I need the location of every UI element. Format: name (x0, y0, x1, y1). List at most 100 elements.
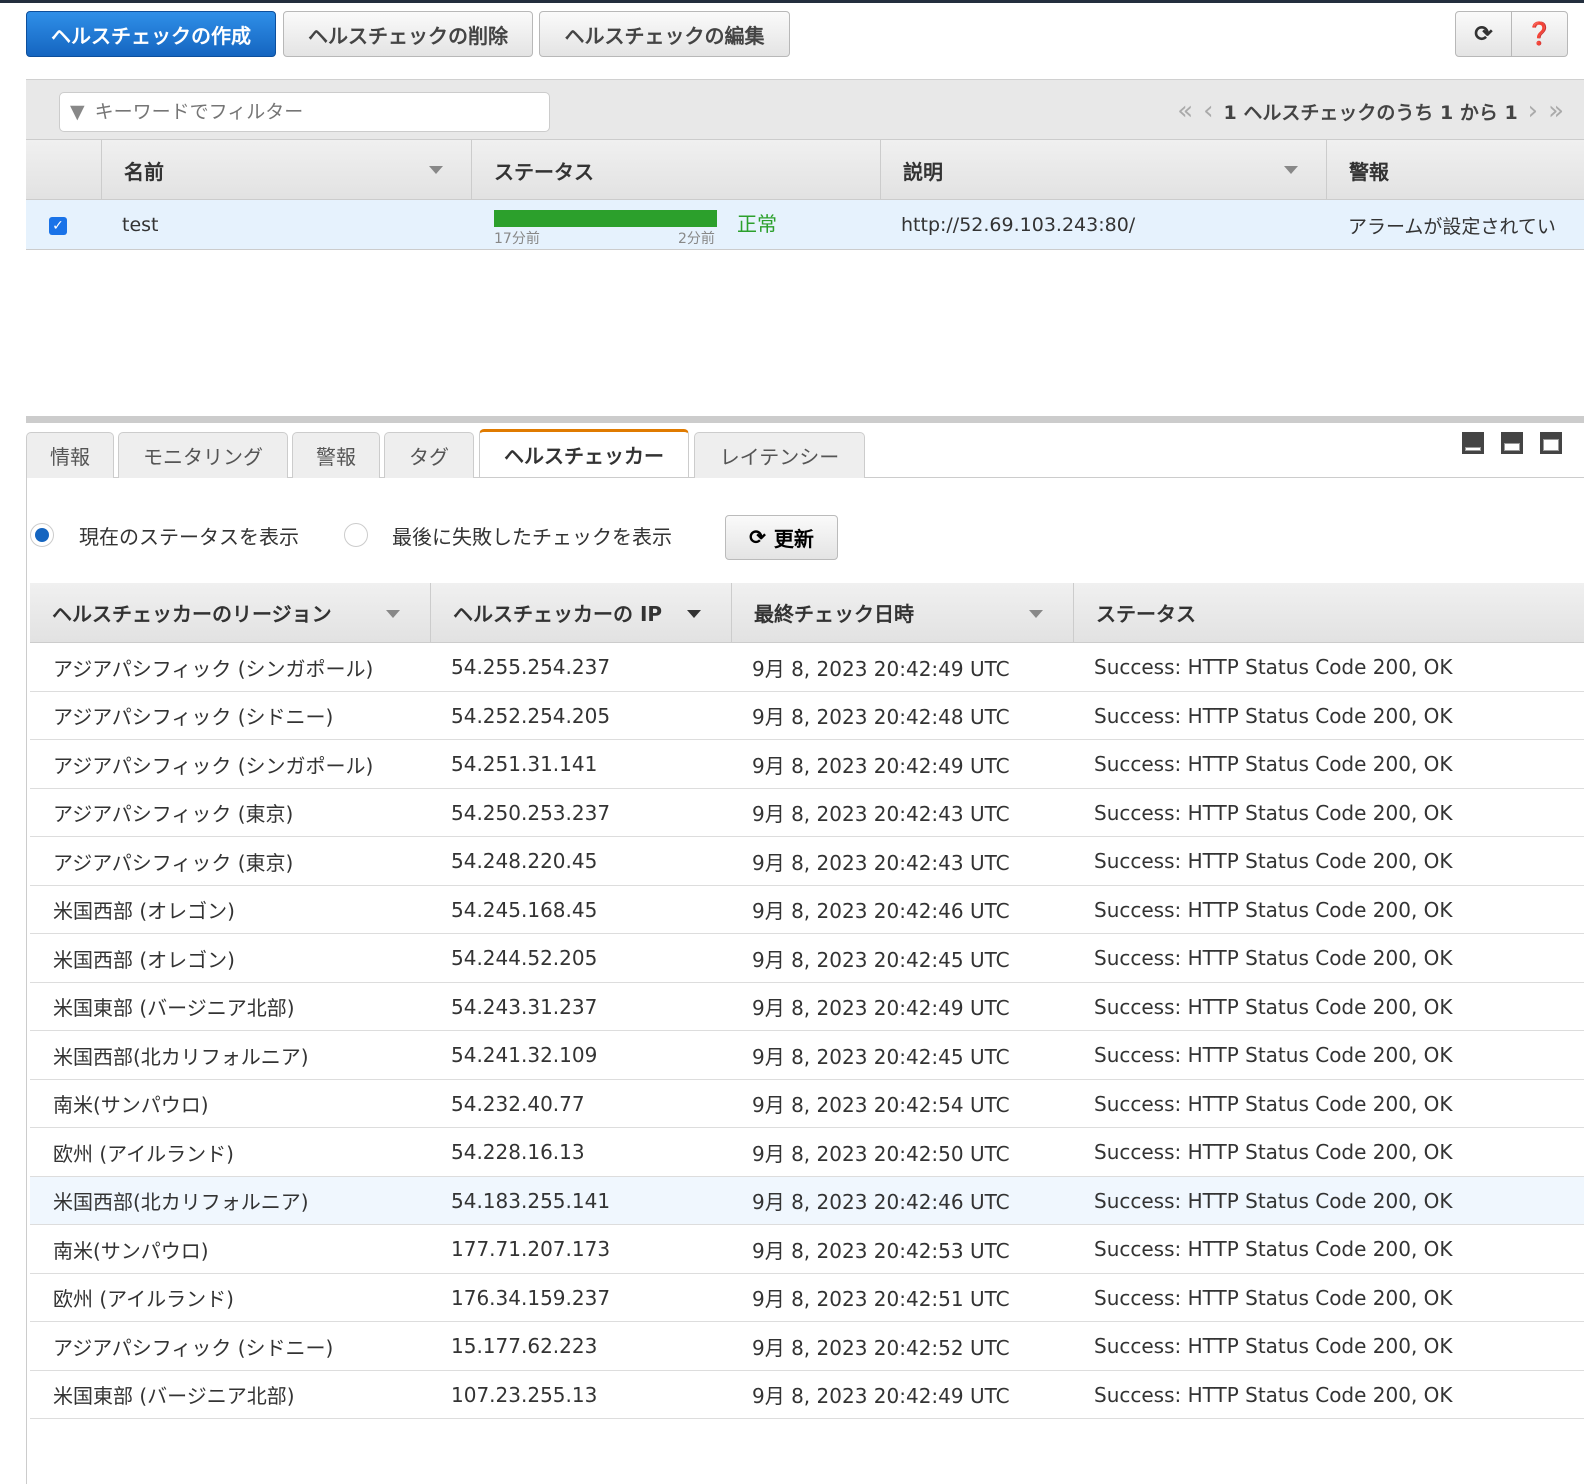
last-checked: 9月 8, 2023 20:42:52 UTC (752, 1335, 1010, 1360)
table-row[interactable]: 米国西部 (オレゴン) 54.244.52.205 9月 8, 2023 20:42… (30, 934, 1584, 983)
last-failed-radio[interactable] (344, 523, 368, 547)
table-row[interactable]: 南米(サンパウロ) 54.232.40.77 9月 8, 2023 20:42:54… (30, 1080, 1584, 1128)
next-page-icon[interactable]: › (1528, 96, 1538, 126)
checker-status: Success: HTTP Status Code 200, OK (1094, 994, 1453, 1019)
checker-region: アジアパシフィック (東京) (53, 802, 294, 826)
column-region[interactable]: ヘルスチェッカーのリージョン (30, 583, 430, 642)
checker-region: 米国西部 (オレゴン) (53, 899, 235, 923)
panel-half-icon[interactable] (1501, 432, 1523, 454)
checker-region: アジアパシフィック (シンガポール) (53, 753, 374, 778)
description: http://52.69.103.243:80/ (901, 214, 1136, 236)
table-row[interactable]: ✓ test 17分前 2分前 正常 http://52.69.103.243:… (26, 200, 1584, 250)
health-check-name: test (122, 214, 159, 236)
edit-health-check-button[interactable]: ヘルスチェックの編集 (539, 11, 790, 57)
table-row[interactable]: アジアパシフィック (シドニー) 15.177.62.223 9月 8, 2023 … (30, 1322, 1584, 1371)
filter-input[interactable] (94, 101, 535, 123)
checker-region: アジアパシフィック (シドニー) (53, 1335, 334, 1360)
checker-status: Success: HTTP Status Code 200, OK (1094, 1188, 1453, 1213)
table-row[interactable]: アジアパシフィック (シンガポール) 54.251.31.141 9月 8, 202… (30, 740, 1584, 789)
column-label: 警報 (1349, 159, 1389, 184)
checker-ip: 54.241.32.109 (451, 1043, 598, 1067)
last-checked: 9月 8, 2023 20:42:51 UTC (752, 1287, 1010, 1311)
tab-alarms[interactable]: 警報 (292, 432, 380, 478)
column-name[interactable]: 名前 (101, 140, 471, 200)
checker-ip: 54.183.255.141 (451, 1188, 611, 1213)
panel-maximize-icon[interactable] (1540, 432, 1562, 454)
checker-status: Success: HTTP Status Code 200, OK (1094, 752, 1453, 776)
last-checked: 9月 8, 2023 20:42:49 UTC (752, 996, 1010, 1020)
current-status-label: 現在のステータスを表示 (79, 525, 299, 549)
last-checked: 9月 8, 2023 20:42:50 UTC (752, 1141, 1010, 1166)
create-health-check-button[interactable]: ヘルスチェックの作成 (26, 11, 276, 57)
checker-status: Success: HTTP Status Code 200, OK (1094, 849, 1453, 873)
table-row[interactable]: アジアパシフィック (東京) 54.250.253.237 9月 8, 2023 2… (30, 789, 1584, 837)
last-checked: 9月 8, 2023 20:42:49 UTC (752, 656, 1010, 681)
refresh-icon: ⟳ (749, 527, 766, 549)
panel-border (26, 478, 27, 1484)
panel-splitter[interactable] (26, 416, 1584, 423)
checker-status: Success: HTTP Status Code 200, OK (1094, 1285, 1453, 1310)
table-row[interactable]: 米国西部(北カリフォルニア) 54.241.32.109 9月 8, 2023 20… (30, 1031, 1584, 1080)
checker-ip: 54.250.253.237 (451, 800, 611, 825)
column-status[interactable]: ステータス (471, 140, 880, 200)
help-button[interactable]: ❓ (1511, 11, 1568, 57)
table-row[interactable]: アジアパシフィック (シンガポール) 54.255.254.237 9月 8, 20… (30, 643, 1584, 692)
tab-health-checkers[interactable]: ヘルスチェッカー (479, 429, 689, 477)
row-checkbox[interactable]: ✓ (49, 217, 67, 235)
checker-status: Success: HTTP Status Code 200, OK (1094, 1043, 1453, 1067)
table-row[interactable]: 米国西部(北カリフォルニア) 54.183.255.141 9月 8, 2023 2… (30, 1176, 1584, 1225)
column-label: 最終チェック日時 (754, 602, 914, 626)
status-end-label: 2分前 (678, 231, 715, 247)
tab-monitoring[interactable]: モニタリング (118, 432, 288, 478)
column-label: 説明 (903, 159, 943, 184)
last-checked: 9月 8, 2023 20:42:43 UTC (752, 850, 1010, 875)
checker-ip: 54.245.168.45 (451, 897, 598, 922)
checker-status: Success: HTTP Status Code 200, OK (1094, 946, 1453, 970)
delete-health-check-button[interactable]: ヘルスチェックの削除 (283, 11, 533, 57)
column-label: ヘルスチェッカーのリージョン (52, 602, 332, 626)
checker-status: Success: HTTP Status Code 200, OK (1094, 1382, 1453, 1407)
column-alarm[interactable]: 警報 (1326, 140, 1584, 200)
checker-ip: 107.23.255.13 (451, 1382, 598, 1407)
checker-region: 南米(サンパウロ) (53, 1093, 209, 1117)
column-description[interactable]: 説明 (880, 140, 1326, 200)
checker-ip: 54.252.254.205 (451, 703, 611, 728)
checker-region: アジアパシフィック (シンガポール) (53, 656, 374, 681)
last-page-icon[interactable]: » (1548, 96, 1564, 126)
table-row[interactable]: 米国東部 (バージニア北部) 107.23.255.13 9月 8, 2023 20… (30, 1371, 1584, 1419)
last-checked: 9月 8, 2023 20:42:46 UTC (752, 899, 1010, 923)
checker-region: 米国西部(北カリフォルニア) (53, 1190, 309, 1214)
first-page-icon[interactable]: « (1177, 96, 1193, 126)
checker-ip: 54.228.16.13 (451, 1140, 585, 1164)
table-row[interactable]: 米国西部 (オレゴン) 54.245.168.45 9月 8, 2023 20:42… (30, 886, 1584, 934)
current-status-radio[interactable] (30, 523, 54, 547)
checker-status: Success: HTTP Status Code 200, OK (1094, 1091, 1453, 1116)
table-row[interactable]: 欧州 (アイルランド) 176.34.159.237 9月 8, 2023 20:4… (30, 1274, 1584, 1322)
column-last-checked[interactable]: 最終チェック日時 (731, 583, 1073, 642)
update-button[interactable]: ⟳ 更新 (725, 515, 838, 560)
tab-tags[interactable]: タグ (384, 432, 474, 478)
table-row[interactable]: 欧州 (アイルランド) 54.228.16.13 9月 8, 2023 20:42:… (30, 1128, 1584, 1177)
column-ip[interactable]: ヘルスチェッカーの IP (430, 583, 731, 642)
checker-region: 米国東部 (バージニア北部) (53, 996, 295, 1020)
refresh-icon: ⟳ (1474, 21, 1493, 46)
prev-page-icon[interactable]: ‹ (1203, 96, 1213, 126)
checker-status: Success: HTTP Status Code 200, OK (1094, 1334, 1453, 1358)
pager-text: 1 ヘルスチェックのうち 1 から 1 (1223, 101, 1518, 124)
sort-caret-icon (687, 610, 701, 618)
panel-minimize-icon[interactable] (1462, 432, 1484, 454)
last-checked: 9月 8, 2023 20:42:49 UTC (752, 1384, 1010, 1408)
last-checked: 9月 8, 2023 20:42:53 UTC (752, 1238, 1010, 1263)
refresh-button[interactable]: ⟳ (1455, 11, 1512, 57)
table-row[interactable]: 南米(サンパウロ) 177.71.207.173 9月 8, 2023 20:42:… (30, 1225, 1584, 1274)
checker-ip: 15.177.62.223 (451, 1334, 598, 1358)
table-row[interactable]: アジアパシフィック (東京) 54.248.220.45 9月 8, 2023 20… (30, 837, 1584, 886)
column-checker-status[interactable]: ステータス (1073, 583, 1584, 642)
filter-box[interactable]: ▼ (59, 92, 550, 132)
tab-info[interactable]: 情報 (26, 432, 114, 478)
table-row[interactable]: 米国東部 (バージニア北部) 54.243.31.237 9月 8, 2023 20… (30, 983, 1584, 1031)
tab-latency[interactable]: レイテンシー (694, 432, 865, 478)
table-row[interactable]: アジアパシフィック (シドニー) 54.252.254.205 9月 8, 2023… (30, 692, 1584, 740)
checker-ip: 176.34.159.237 (451, 1285, 611, 1310)
last-checked: 9月 8, 2023 20:42:43 UTC (752, 802, 1010, 826)
